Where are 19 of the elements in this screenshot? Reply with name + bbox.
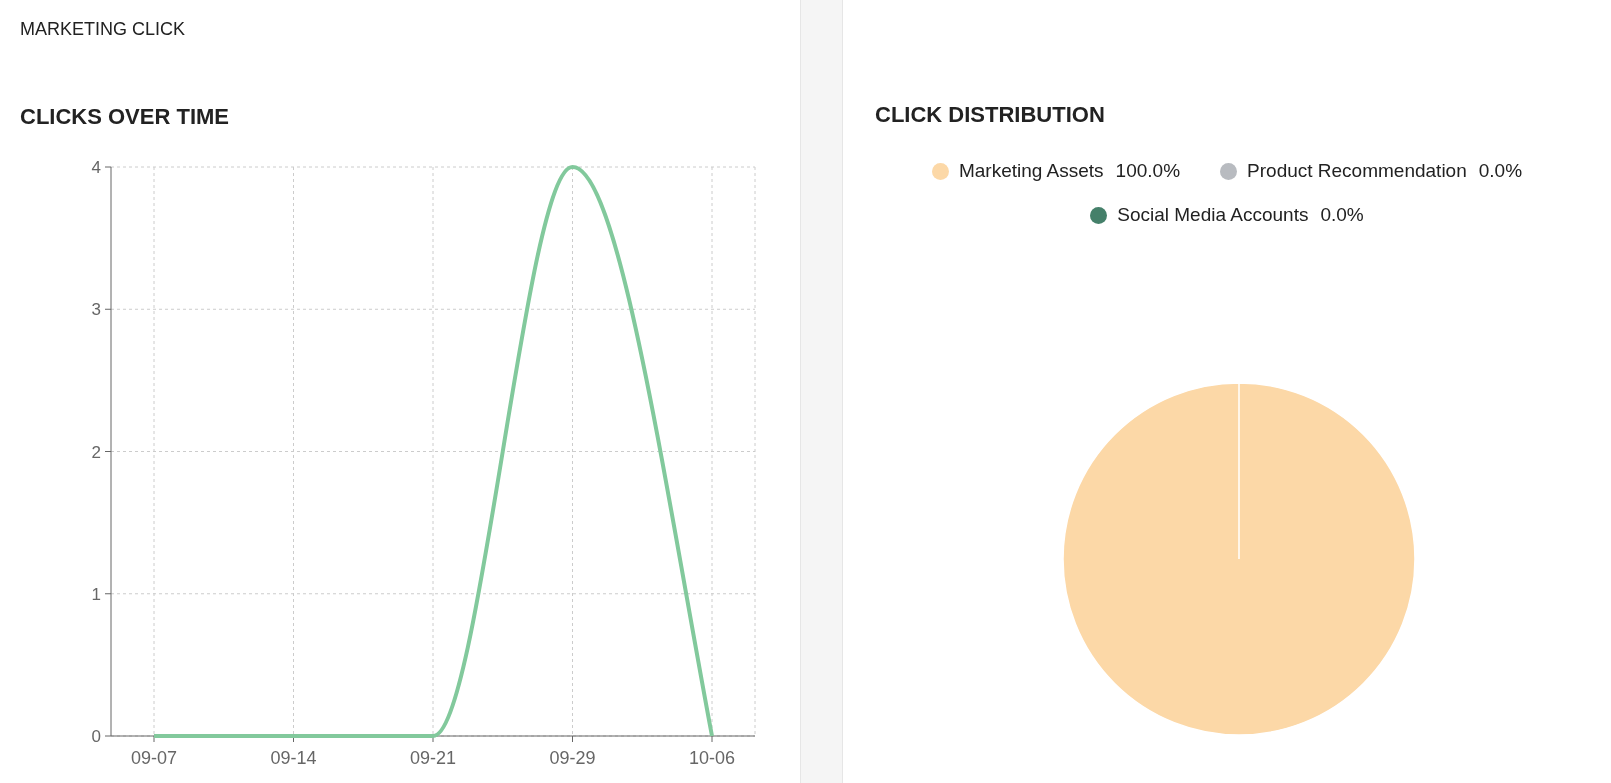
axis-tick-label: 09-14 xyxy=(270,748,317,768)
axis-tick-label: 09-21 xyxy=(410,748,456,768)
chart-title: CLICK DISTRIBUTION xyxy=(875,101,1106,129)
legend-label: Marketing Assets xyxy=(958,159,1104,183)
axis-tick-label: 4 xyxy=(91,158,101,177)
legend-label: Product Recommendation xyxy=(1247,159,1467,183)
axis-tick-label: 1 xyxy=(91,584,101,604)
axis-tick-label: 0 xyxy=(91,727,101,746)
axis-tick-label: 09-07 xyxy=(131,748,177,768)
legend-label: Social Media Accounts xyxy=(1117,203,1309,227)
legend-percent: 0.0% xyxy=(1478,159,1523,183)
page-title: MARKETING CLICK xyxy=(20,18,187,41)
chart-title: CLICKS OVER TIME xyxy=(20,103,230,131)
axis-tick-label: 2 xyxy=(91,442,101,462)
legend-percent: 0.0% xyxy=(1320,203,1364,227)
axis-tick-label: 09-29 xyxy=(549,748,596,768)
legend-percent: 100.0% xyxy=(1115,159,1181,183)
axis-tick-label: 10-06 xyxy=(689,748,735,768)
axis-tick-label: 3 xyxy=(91,300,101,320)
